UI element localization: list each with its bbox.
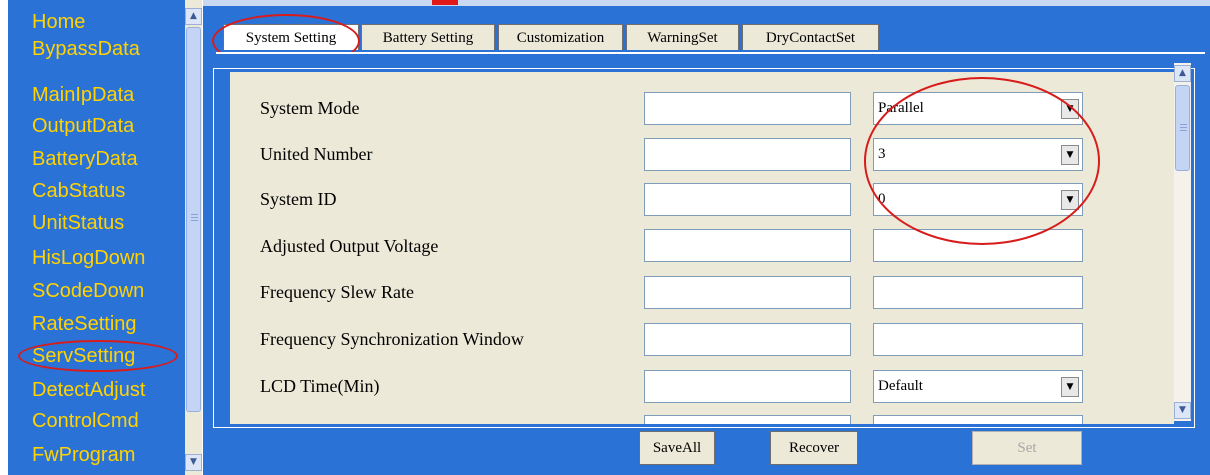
scroll-down-icon[interactable]: ▼: [185, 454, 202, 471]
system-mode-input[interactable]: [644, 92, 851, 125]
red-marker: [432, 0, 458, 5]
nav-item-hislogdown[interactable]: HisLogDown: [32, 246, 145, 270]
system-id-select[interactable]: 0 ▼: [873, 183, 1083, 216]
nav-scroll-thumb[interactable]: [186, 27, 201, 412]
nav-item-home[interactable]: Home: [32, 10, 85, 34]
nav-item-scodedown[interactable]: SCodeDown: [32, 279, 144, 303]
frame-top-edge: [203, 0, 1210, 6]
label-lcd-time: LCD Time(Min): [260, 376, 380, 396]
lcd-time-select[interactable]: Default ▼: [873, 370, 1083, 403]
settings-frame: System Setting Battery Setting Customiza…: [203, 0, 1210, 475]
system-id-value: 0: [878, 191, 886, 207]
tab-system-setting[interactable]: System Setting: [223, 24, 359, 50]
nav-scrollbar[interactable]: ▲ ▼: [185, 0, 202, 475]
nav-item-controlcmd[interactable]: ControlCmd: [32, 409, 139, 433]
lcd-time-value: Default: [878, 378, 923, 394]
united-number-value: 3: [878, 146, 886, 162]
frequency-sync-window-input[interactable]: [644, 323, 851, 356]
scroll-down-icon[interactable]: ▼: [1174, 402, 1191, 419]
frequency-slew-rate-input[interactable]: [644, 276, 851, 309]
label-united-number: United Number: [260, 144, 373, 164]
nav-item-servsetting[interactable]: ServSetting: [32, 344, 135, 368]
frequency-sync-window-value-input[interactable]: [873, 323, 1083, 356]
nav-item-bypassdata[interactable]: BypassData: [32, 37, 140, 61]
tab-customization[interactable]: Customization: [498, 24, 623, 50]
nav-item-mainipdata[interactable]: MainIpData: [32, 83, 134, 107]
scroll-up-icon[interactable]: ▲: [185, 8, 202, 25]
chevron-down-icon[interactable]: ▼: [1061, 99, 1079, 119]
next-row-value-input[interactable]: [873, 415, 1083, 424]
system-mode-select[interactable]: Parallel ▼: [873, 92, 1083, 125]
lcd-time-input[interactable]: [644, 370, 851, 403]
adjusted-output-voltage-input[interactable]: [644, 229, 851, 262]
form-scroll-thumb[interactable]: [1175, 85, 1190, 171]
next-row-input[interactable]: [644, 415, 851, 424]
nav-item-fwprogram[interactable]: FwProgram: [32, 443, 135, 467]
frequency-slew-rate-value-input[interactable]: [873, 276, 1083, 309]
nav-item-detectadjust[interactable]: DetectAdjust: [32, 378, 145, 402]
nav-item-batterydata[interactable]: BatteryData: [32, 147, 138, 171]
form-scrollbar[interactable]: ▲ ▼: [1174, 63, 1191, 421]
united-number-select[interactable]: 3 ▼: [873, 138, 1083, 171]
chevron-down-icon[interactable]: ▼: [1061, 190, 1079, 210]
nav-item-ratesetting[interactable]: RateSetting: [32, 312, 137, 336]
chevron-down-icon[interactable]: ▼: [1061, 145, 1079, 165]
united-number-input[interactable]: [644, 138, 851, 171]
save-all-button[interactable]: SaveAll: [639, 431, 715, 465]
label-adjusted-output-voltage: Adjusted Output Voltage: [260, 236, 439, 256]
nav-item-cabstatus[interactable]: CabStatus: [32, 179, 125, 203]
system-setting-form: System Mode Parallel ▼ United Number 3 ▼…: [230, 72, 1174, 424]
system-id-input[interactable]: [644, 183, 851, 216]
nav-menu: Home BypassData MainIpData OutputData Ba…: [8, 0, 185, 475]
nav-frame: Home BypassData MainIpData OutputData Ba…: [0, 0, 203, 475]
nav-item-outputdata[interactable]: OutputData: [32, 114, 134, 138]
label-frequency-slew-rate: Frequency Slew Rate: [260, 282, 414, 302]
label-system-mode: System Mode: [260, 98, 360, 118]
recover-button[interactable]: Recover: [770, 431, 858, 465]
scroll-up-icon[interactable]: ▲: [1174, 65, 1191, 82]
adjusted-output-voltage-value-input[interactable]: [873, 229, 1083, 262]
tab-warningset[interactable]: WarningSet: [626, 24, 739, 50]
nav-item-unitstatus[interactable]: UnitStatus: [32, 211, 124, 235]
system-mode-value: Parallel: [878, 100, 924, 116]
label-system-id: System ID: [260, 189, 337, 209]
set-button[interactable]: Set: [972, 431, 1082, 465]
label-frequency-synchronization-window: Frequency Synchronization Window: [260, 329, 524, 349]
tab-drycontactset[interactable]: DryContactSet: [742, 24, 879, 50]
tab-battery-setting[interactable]: Battery Setting: [361, 24, 495, 50]
chevron-down-icon[interactable]: ▼: [1061, 377, 1079, 397]
